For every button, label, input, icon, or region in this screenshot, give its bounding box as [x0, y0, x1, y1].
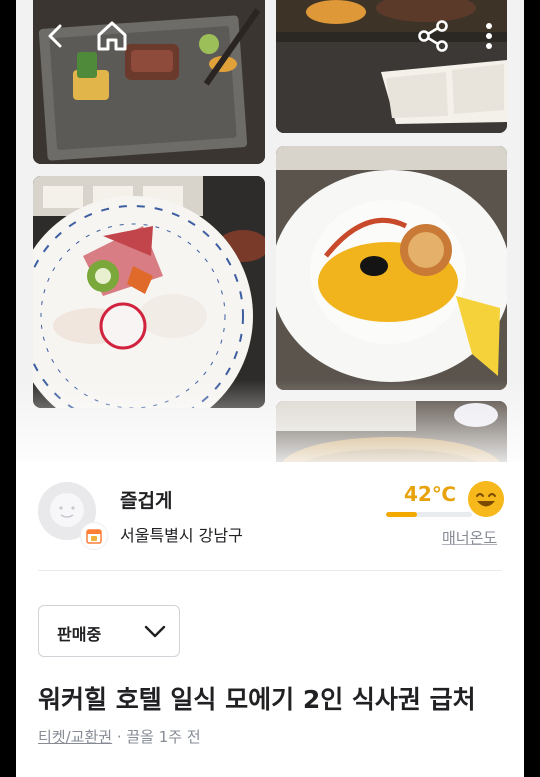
post-title: 워커힐 호텔 일식 모에기 2인 식사권 급처: [38, 685, 476, 714]
teppanyaki-grill-photo[interactable]: [276, 0, 507, 133]
category-link[interactable]: 티켓/교환권: [38, 728, 112, 746]
screen: 즐겁게 서울특별시 강남구 42℃ 매너온도 판매중 워커힐 호텔 일식 모에기…: [16, 0, 524, 777]
sale-status-label: 판매중: [57, 625, 102, 644]
seller-region: 서울특별시 강남구: [120, 526, 243, 545]
manner-temperature-value: 42℃: [403, 482, 456, 506]
divider: [38, 570, 502, 571]
photo-gallery[interactable]: [16, 0, 524, 462]
seller-nickname[interactable]: 즐겁게: [120, 486, 172, 513]
more-options-button[interactable]: [475, 18, 503, 54]
more-vertical-icon: [486, 23, 492, 49]
chevron-down-icon: [144, 625, 166, 638]
back-button[interactable]: [38, 18, 74, 54]
home-button[interactable]: [94, 18, 130, 54]
gallery-fade-overlay: [16, 380, 524, 462]
home-icon: [97, 21, 127, 51]
manner-temperature-label[interactable]: 매너온도: [442, 527, 497, 548]
bumped-time: 끌올 1주 전: [126, 728, 201, 746]
share-button[interactable]: [415, 18, 451, 54]
seller-profile[interactable]: 즐겁게 서울특별시 강남구 42℃ 매너온도: [16, 462, 524, 572]
calendar-badge-icon: [80, 522, 108, 550]
post-meta: 티켓/교환권 · 끌올 1주 전: [38, 726, 201, 747]
sale-status-dropdown[interactable]: 판매중: [38, 605, 180, 657]
manner-temperature-fill: [386, 512, 417, 517]
meta-separator: ·: [112, 728, 127, 746]
chevron-left-icon: [48, 24, 62, 48]
sashimi-plate-photo[interactable]: [33, 176, 265, 408]
lobster-dish-photo[interactable]: [276, 146, 507, 390]
share-icon: [418, 20, 448, 52]
smiley-face-icon: [468, 481, 504, 517]
manner-temperature-bar: [386, 512, 472, 517]
